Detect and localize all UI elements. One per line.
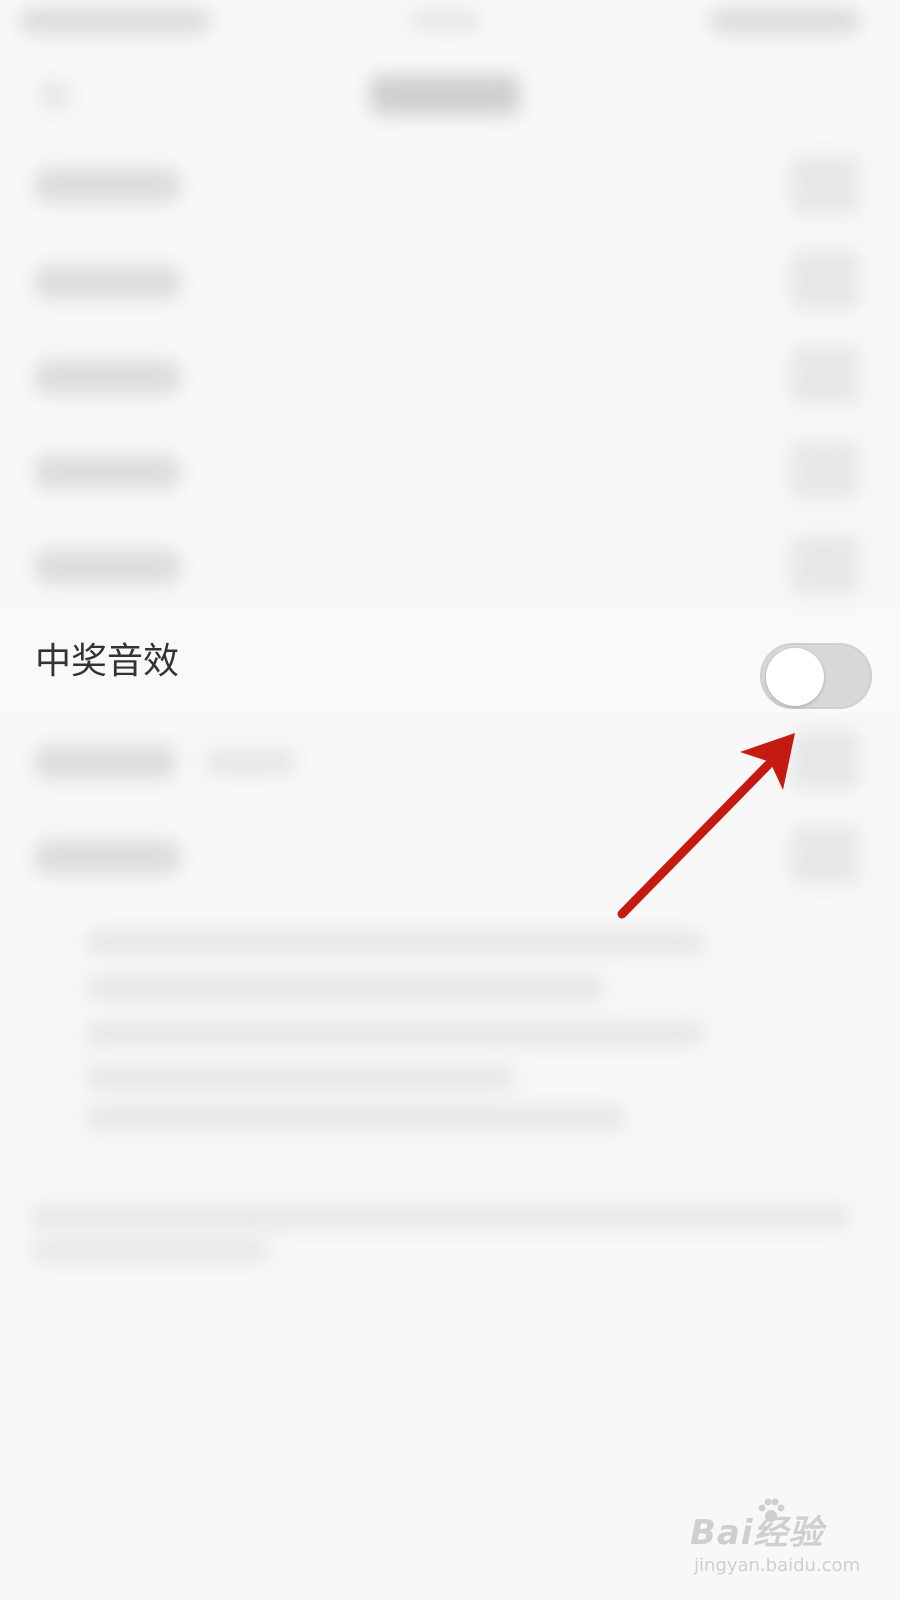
row1-control-blur bbox=[790, 155, 860, 215]
text-line3-blur bbox=[85, 1020, 705, 1046]
status-bar-left-blur bbox=[20, 8, 210, 34]
paw-icon bbox=[758, 1498, 785, 1522]
row7-label-blur bbox=[35, 745, 175, 779]
row2-control-blur bbox=[790, 250, 860, 310]
row5-control-blur bbox=[790, 535, 860, 595]
text-line2-blur bbox=[85, 975, 605, 1001]
win-sound-toggle[interactable] bbox=[760, 643, 872, 709]
footer-line-blur bbox=[30, 1205, 850, 1229]
row7-sublabel-blur bbox=[205, 748, 295, 776]
baidu-jingyan-watermark: Bai经验 jingyan.baidu.com bbox=[690, 1498, 861, 1585]
setting-label-win-sound: 中奖音效 bbox=[35, 641, 180, 682]
status-bar-right-blur bbox=[710, 8, 860, 34]
row4-control-blur bbox=[790, 440, 860, 500]
back-button-blur bbox=[40, 80, 70, 110]
blurred-background bbox=[0, 0, 900, 1600]
text-line1-blur bbox=[85, 930, 705, 956]
toggle-knob bbox=[766, 648, 824, 706]
row3-control-blur bbox=[790, 345, 860, 405]
row4-label-blur bbox=[35, 455, 180, 489]
footer-line2-blur bbox=[30, 1240, 270, 1262]
text-line4-blur bbox=[85, 1065, 515, 1091]
row8-label-blur bbox=[35, 840, 180, 874]
page-title-blur bbox=[370, 75, 520, 115]
watermark-url: jingyan.baidu.com bbox=[694, 1555, 861, 1576]
setting-row-win-sound: 中奖音效 bbox=[0, 612, 900, 712]
row7-control-blur bbox=[790, 730, 860, 790]
row8-control-blur bbox=[790, 825, 860, 885]
row1-label-blur bbox=[35, 168, 180, 202]
status-bar-center-blur bbox=[410, 10, 480, 32]
row2-label-blur bbox=[35, 265, 180, 299]
row5-label-blur bbox=[35, 550, 180, 584]
row3-label-blur bbox=[35, 360, 180, 394]
text-line5-blur bbox=[85, 1105, 625, 1131]
